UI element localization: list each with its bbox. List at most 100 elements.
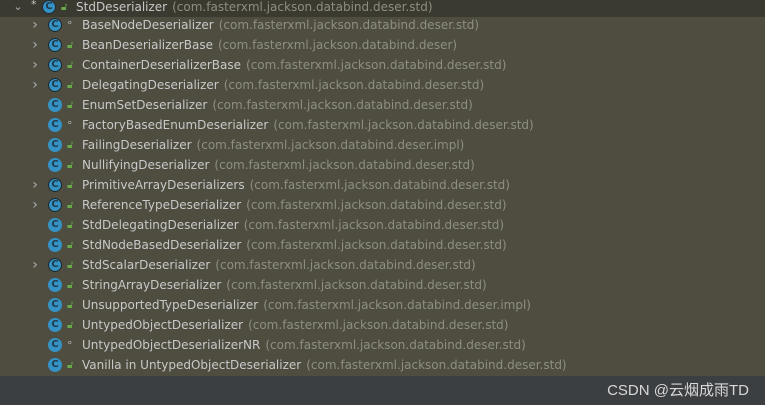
tree-row[interactable]: C 🔓︎ FailingDeserializer (com.fasterxml.jac… (0, 135, 765, 155)
class-icon: C (47, 237, 63, 253)
class-name: NullifyingDeserializer (82, 158, 210, 172)
unlock-icon: 🔓︎ (67, 200, 74, 211)
unlock-icon: 🔓︎ (67, 260, 74, 271)
tree-item-label: FailingDeserializer (com.fasterxml.jackso… (82, 138, 464, 152)
tree-item-label: BeanDeserializerBase (com.fasterxml.jacks… (82, 38, 457, 52)
package-name: (com.fasterxml.jackson.databind.deser.st… (215, 258, 476, 272)
class-icon: C (47, 297, 63, 313)
package-name: (com.fasterxml.jackson.databind.deser.st… (246, 58, 507, 72)
tree-item-label: NullifyingDeserializer (com.fasterxml.jac… (82, 158, 475, 172)
class-name: DelegatingDeserializer (82, 78, 219, 92)
class-name: EnumSetDeserializer (82, 98, 208, 112)
chevron-right-icon[interactable]: › (30, 38, 40, 52)
package-name: (com.fasterxml.jackson.databind.deser.st… (249, 178, 510, 192)
tree-item-label: UntypedObjectDeserializer (com.fasterxml.… (82, 318, 508, 332)
unlock-icon: 🔓︎ (67, 220, 74, 231)
tree-row[interactable]: › C ° BaseNodeDeserializer (com.fasterxml.ja… (0, 15, 765, 35)
package-private-dot-icon: ° (67, 339, 73, 352)
class-name: Vanilla in UntypedObjectDeserializer (82, 358, 302, 372)
tree-item-label: StringArrayDeserializer (com.fasterxml.ja… (82, 278, 487, 292)
tree-row[interactable]: C 🔓︎ Vanilla in UntypedObjectDeserializer (… (0, 355, 765, 375)
tree-row[interactable]: › C 🔓︎ ContainerDeserializerBase (com.faster… (0, 55, 765, 75)
chevron-right-icon[interactable]: › (30, 198, 40, 212)
package-name: (com.fasterxml.jackson.databind.deser.st… (212, 98, 473, 112)
tree-row[interactable]: C 🔓︎ StdNodeBasedDeserializer (com.fasterxm… (0, 235, 765, 255)
package-name: (com.fasterxml.jackson.databind.deser.st… (265, 338, 526, 352)
package-name: (com.fasterxml.jackson.databind.deser.st… (172, 0, 433, 14)
unlock-icon: 🔓︎ (67, 320, 74, 331)
tree-row[interactable]: › C 🔓︎ StdScalarDeserializer (com.fasterxml.… (0, 255, 765, 275)
unlock-icon: 🔓︎ (67, 180, 74, 191)
package-name: (com.fasterxml.jackson.databind.deser.st… (248, 318, 509, 332)
tree-item-label: ContainerDeserializerBase (com.fasterxml.… (82, 58, 506, 72)
class-name: FailingDeserializer (82, 138, 192, 152)
tree-row[interactable]: › C 🔓︎ ReferenceTypeDeserializer (com.faster… (0, 195, 765, 215)
package-name: (com.fasterxml.jackson.databind.deser.im… (263, 298, 531, 312)
class-name: BeanDeserializerBase (82, 38, 213, 52)
tree-row[interactable]: › C 🔓︎ PrimitiveArrayDeserializers (com.fast… (0, 175, 765, 195)
class-name: ReferenceTypeDeserializer (82, 198, 242, 212)
class-icon: C (47, 157, 63, 173)
class-name: StdNodeBasedDeserializer (82, 238, 242, 252)
chevron-right-icon[interactable]: › (30, 18, 40, 32)
package-name: (com.fasterxml.jackson.databind.deser.im… (196, 138, 465, 152)
tree-item-label: Vanilla in UntypedObjectDeserializer (com… (82, 358, 567, 372)
class-icon: C (47, 17, 63, 33)
tree-row[interactable]: C ° UntypedObjectDeserializerNR (com.faster… (0, 335, 765, 355)
chevron-right-icon[interactable]: › (30, 58, 40, 72)
class-icon: C (47, 177, 63, 193)
tree-item-label: UnsupportedTypeDeserializer (com.fasterxm… (82, 298, 531, 312)
class-icon: C (47, 117, 63, 133)
unlock-icon: 🔓︎ (67, 80, 74, 91)
package-name: (com.fasterxml.jackson.databind.deser.st… (223, 78, 485, 92)
class-name: UntypedObjectDeserializerNR (82, 338, 261, 352)
tree-item-label: BaseNodeDeserializer (com.fasterxml.jacks… (82, 18, 479, 32)
tree-row[interactable]: C 🔓︎ EnumSetDeserializer (com.fasterxml.jac… (0, 95, 765, 115)
class-icon: C (47, 77, 63, 93)
unlock-icon: 🔓︎ (67, 140, 74, 151)
class-name: BaseNodeDeserializer (82, 18, 214, 32)
tree-row[interactable]: › C 🔓︎ DelegatingDeserializer (com.fasterxml… (0, 75, 765, 95)
class-name: PrimitiveArrayDeserializers (82, 178, 245, 192)
tree-row[interactable]: C ° FactoryBasedEnumDeserializer (com.faste… (0, 115, 765, 135)
tree-item-label: EnumSetDeserializer (com.fasterxml.jackso… (82, 98, 473, 112)
unlock-icon: 🔓︎ (67, 300, 74, 311)
class-icon: C (47, 57, 63, 73)
class-name: StringArrayDeserializer (82, 278, 222, 292)
class-icon: C (41, 0, 57, 15)
watermark-text: CSDN @云烟成雨TD (607, 382, 749, 399)
chevron-right-icon[interactable]: › (30, 78, 40, 92)
class-icon: C (47, 277, 63, 293)
unlock-icon: 🔓︎ (67, 60, 74, 71)
tree-item-label: DelegatingDeserializer (com.fasterxml.jac… (82, 78, 484, 92)
tree-row[interactable]: C 🔓︎ StringArrayDeserializer (com.fasterxml… (0, 275, 765, 295)
tree-row[interactable]: C 🔓︎ UntypedObjectDeserializer (com.fasterx… (0, 315, 765, 335)
class-name: StdDelegatingDeserializer (82, 218, 239, 232)
class-icon: C (47, 257, 63, 273)
tree-item-label: StdDeserializer (com.fasterxml.jackson.da… (76, 0, 433, 14)
unlock-icon: 🔓︎ (67, 360, 74, 371)
class-icon: C (47, 137, 63, 153)
unlock-icon: 🔓︎ (67, 40, 74, 51)
chevron-right-icon[interactable]: › (30, 178, 40, 192)
chevron-right-icon[interactable]: › (30, 258, 40, 272)
tree-row[interactable]: › C 🔓︎ BeanDeserializerBase (com.fasterxml.j… (0, 35, 765, 55)
chevron-down-icon[interactable]: ⌄ (13, 1, 23, 12)
tree-row[interactable]: C 🔓︎ NullifyingDeserializer (com.fasterxml.… (0, 155, 765, 175)
package-name: (com.fasterxml.jackson.databind.deser.st… (218, 18, 480, 32)
tree-row[interactable]: C 🔓︎ UnsupportedTypeDeserializer (com.faste… (0, 295, 765, 315)
tree-row[interactable]: C 🔓︎ StdDelegatingDeserializer (com.fasterx… (0, 215, 765, 235)
class-name: StdDeserializer (76, 0, 168, 14)
package-private-dot-icon: ° (67, 119, 73, 132)
package-name: (com.fasterxml.jackson.databind.deser.st… (214, 158, 475, 172)
class-name: StdScalarDeserializer (82, 258, 211, 272)
unlock-icon: 🔓︎ (67, 280, 74, 291)
package-name: (com.fasterxml.jackson.databind.deser.st… (226, 278, 487, 292)
package-name: (com.fasterxml.jackson.databind.deser.st… (246, 238, 507, 252)
tree-item-label: StdDelegatingDeserializer (com.fasterxml.… (82, 218, 504, 232)
tree-item-label: StdNodeBasedDeserializer (com.fasterxml.j… (82, 238, 507, 252)
tree-item-label: StdScalarDeserializer (com.fasterxml.jack… (82, 258, 476, 272)
package-name: (com.fasterxml.jackson.databind.deser.st… (243, 218, 505, 232)
class-icon: C (47, 337, 63, 353)
package-name: (com.fasterxml.jackson.databind.deser.st… (306, 358, 567, 372)
